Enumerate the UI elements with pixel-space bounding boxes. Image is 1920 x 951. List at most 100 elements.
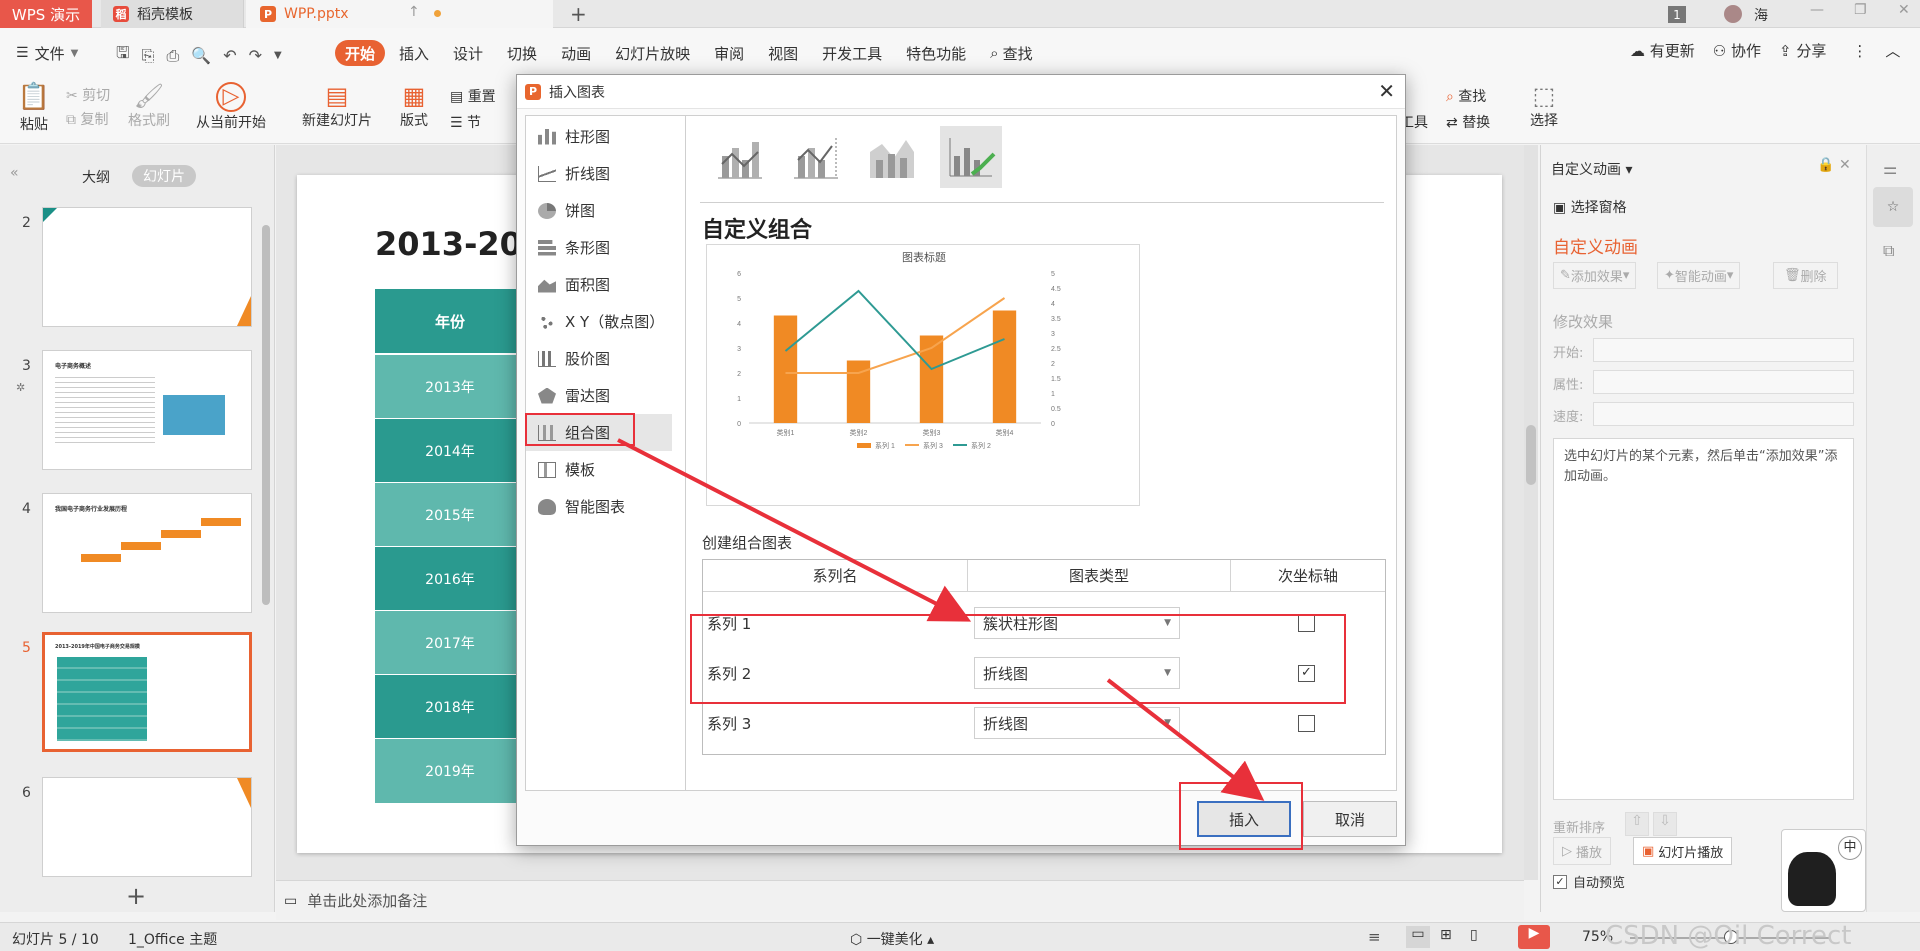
update-button[interactable]: ☁ 有更新 (1630, 40, 1695, 61)
redo-icon[interactable]: ↷ (249, 46, 262, 65)
cancel-button[interactable]: 取消 (1303, 801, 1397, 837)
tab-view[interactable]: 视图 (758, 40, 808, 66)
select-pane-button[interactable]: ▣ 选择窗格 (1553, 197, 1627, 217)
tab-transition[interactable]: 切换 (497, 40, 547, 66)
scrollbar[interactable] (262, 225, 270, 605)
tab-developer[interactable]: 开发工具 (812, 40, 892, 66)
chart-type-column[interactable]: 柱形图 (526, 118, 672, 155)
play-button[interactable]: ▷ 播放 (1553, 837, 1612, 865)
variant-thumbnail-selected[interactable] (940, 126, 1002, 188)
tab-review[interactable]: 审阅 (704, 40, 754, 66)
tab-outline[interactable]: 大纲 (82, 167, 110, 187)
share-button[interactable]: ⇪ 分享 (1779, 40, 1826, 61)
layout-button[interactable]: ▦ 版式 (400, 82, 428, 130)
print-icon[interactable]: ⎙ (166, 46, 179, 66)
speed-select[interactable] (1593, 402, 1854, 426)
tab-templates[interactable]: 稻 稻壳模板 (101, 0, 244, 28)
more-icon[interactable]: ▼ (274, 50, 282, 61)
add-effect-button[interactable]: ✎ 添加效果 ▾ (1553, 262, 1637, 289)
tab-slides[interactable]: 幻灯片 (132, 165, 196, 187)
animation-list[interactable]: 选中幻灯片的某个元素，然后单击“添加效果”添加动画。 (1553, 438, 1854, 800)
start-select[interactable] (1593, 338, 1854, 362)
normal-view-icon[interactable]: ▭ (1406, 926, 1430, 948)
file-menu[interactable]: ☰ 文件 ▼ (16, 40, 78, 66)
properties-icon[interactable]: ⚌ (1883, 159, 1897, 178)
autopreview-checkbox[interactable]: ✓ 自动预览 (1553, 872, 1625, 891)
chart-type-select[interactable]: 折线图 ▼ (974, 707, 1180, 739)
tab-features[interactable]: 特色功能 (896, 40, 976, 66)
secondary-axis-checkbox[interactable] (1298, 714, 1315, 732)
section-button[interactable]: ☰ 节 (450, 110, 496, 136)
chart-type-smart[interactable]: 智能图表 (526, 488, 672, 525)
slideshow-button[interactable]: ▣ 幻灯片播放 (1633, 837, 1733, 865)
slideshow-play-icon[interactable]: ▶ (1518, 925, 1550, 949)
slide-thumbnail-selected[interactable]: 2013-2019年中国电子商务交易规模 (42, 632, 252, 752)
export-icon[interactable]: ⎘ (142, 46, 155, 66)
maximize-icon[interactable]: ❐ (1854, 2, 1867, 18)
sorter-view-icon[interactable]: ⊞ (1440, 927, 1452, 943)
slide-thumbnail[interactable] (42, 777, 252, 877)
undo-icon[interactable]: ↶ (223, 46, 236, 65)
find-button[interactable]: ⌕ 查找 (1446, 84, 1490, 110)
collapse-panel-icon[interactable]: « (10, 165, 19, 181)
collab-button[interactable]: ⚇ 协作 (1713, 40, 1761, 61)
search-menu[interactable]: ⌕ 查找 (980, 40, 1042, 66)
panel-title[interactable]: 自定义动画 ▾ (1551, 159, 1632, 179)
move-up-icon[interactable]: ⇧ (1625, 812, 1649, 836)
minimize-icon[interactable]: — (1810, 2, 1824, 18)
select-button[interactable]: ⬚ 选择 (1530, 82, 1558, 130)
more-vertical-icon[interactable]: ⋮ (1852, 42, 1867, 60)
close-dialog-icon[interactable]: ✕ (1378, 79, 1395, 103)
notes-toggle-icon[interactable]: ≡ (1368, 928, 1381, 946)
canvas-scrollbar[interactable] (1524, 145, 1538, 880)
cut-button[interactable]: ✂ 剪切 (66, 84, 110, 108)
tab-start[interactable]: 开始 (335, 40, 386, 66)
move-down-icon[interactable]: ⇩ (1653, 812, 1677, 836)
reset-button[interactable]: ▤ 重置 (450, 84, 496, 110)
save-icon[interactable]: 🖫 (116, 42, 130, 69)
format-painter-button[interactable]: 🖌 格式刷 (128, 82, 170, 130)
close-panel-icon[interactable]: ✕ (1839, 157, 1851, 173)
property-select[interactable] (1593, 370, 1854, 394)
delete-button[interactable]: 🗑 删除 (1773, 262, 1838, 289)
tab-document[interactable]: P WPP.pptx ↑ (246, 0, 553, 28)
replace-button[interactable]: ⇄ 替换 (1446, 110, 1490, 136)
ime-indicator[interactable]: 中 (1838, 836, 1862, 860)
copy-button[interactable]: ⧉ 复制 (66, 108, 110, 132)
chart-type-line[interactable]: 折线图 (526, 155, 672, 192)
slide-thumbnail[interactable]: 电子商务概述 (42, 350, 252, 470)
new-slide-button[interactable]: ▤ 新建幻灯片 (302, 82, 372, 130)
variant-thumbnail[interactable] (864, 130, 918, 184)
slide-thumbnail[interactable]: 我国电子商务行业发展历程 (42, 493, 252, 613)
variant-thumbnail[interactable] (712, 130, 766, 184)
variant-thumbnail[interactable] (788, 130, 842, 184)
chart-type-radar[interactable]: 雷达图 (526, 377, 672, 414)
smart-animation-button[interactable]: ✦ 智能动画 ▾ (1657, 262, 1741, 289)
collapse-ribbon-icon[interactable]: ︿ (1885, 40, 1900, 61)
transition-icon[interactable]: ⧉ (1883, 241, 1894, 261)
preview-icon[interactable]: 🔍 (191, 46, 211, 65)
wps-brand-tab[interactable]: WPS 演示 (0, 0, 92, 28)
close-window-icon[interactable]: ✕ (1898, 2, 1910, 18)
paste-button[interactable]: 📋 粘贴 (12, 82, 56, 134)
chart-type-bar[interactable]: 条形图 (526, 229, 672, 266)
reading-view-icon[interactable]: ▯ (1470, 927, 1478, 943)
chart-type-area[interactable]: 面积图 (526, 266, 672, 303)
tab-slideshow[interactable]: 幻灯片放映 (605, 40, 700, 66)
tab-design[interactable]: 设计 (443, 40, 493, 66)
animation-star-icon[interactable]: ☆ (1873, 187, 1913, 227)
cat-mascot-image[interactable]: 中 (1781, 829, 1866, 912)
new-tab-button[interactable]: + (570, 2, 587, 26)
chart-type-pie[interactable]: 饼图 (526, 192, 672, 229)
avatar[interactable] (1724, 5, 1742, 23)
chart-type-scatter[interactable]: X Y（散点图） (526, 303, 672, 340)
tab-animation[interactable]: 动画 (551, 40, 601, 66)
scrollbar-thumb[interactable] (1526, 425, 1536, 485)
notes-bar[interactable]: ▭ 单击此处添加备注 (276, 880, 1524, 920)
from-current-button[interactable]: ▷ 从当前开始 (196, 82, 266, 132)
slide-thumbnail[interactable] (42, 207, 252, 327)
upload-icon[interactable]: ↑ (408, 4, 420, 20)
chart-type-stock[interactable]: 股价图 (526, 340, 672, 377)
tab-insert[interactable]: 插入 (389, 40, 439, 66)
chart-type-template[interactable]: 模板 (526, 451, 672, 488)
